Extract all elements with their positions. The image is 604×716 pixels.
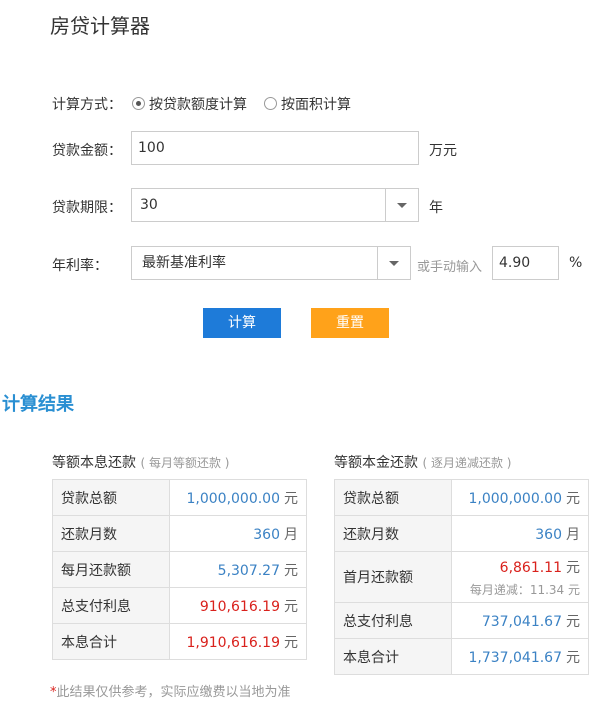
row-value: 5,307.27	[217, 562, 280, 579]
row-unit: 元	[284, 562, 298, 579]
row-unit: 月	[566, 526, 580, 543]
table-row: 贷款总额 1,000,000.00 元	[52, 479, 307, 516]
monthly-decrease-note: 每月递减：11.34 元	[469, 582, 580, 597]
row-unit: 元	[284, 598, 298, 615]
row-value-cell: 360 月	[169, 515, 307, 552]
row-key: 还款月数	[334, 515, 452, 552]
row-key: 总支付利息	[52, 587, 170, 624]
method-option-area-label: 按面积计算	[281, 96, 351, 113]
row-unit: 元	[566, 613, 580, 630]
disclaimer-text: 此结果仅供参考，实际应缴费以当地为准	[56, 685, 291, 700]
row-value: 1,000,000.00	[468, 490, 562, 507]
table-row: 本息合计 1,737,041.67 元	[334, 638, 589, 675]
row-key: 贷款总额	[334, 479, 452, 516]
left-table-subtitle: ( 每月等额还款 )	[140, 456, 230, 470]
row-value-cell: 360 月	[451, 515, 589, 552]
row-unit: 元	[566, 649, 580, 666]
reset-button[interactable]: 重置	[311, 308, 389, 338]
result-title: 计算结果	[2, 394, 74, 415]
row-value-cell: 6,861.11 元 每月递减：11.34 元	[451, 551, 589, 603]
radio-selected-icon[interactable]	[132, 97, 145, 110]
row-value: 360	[535, 526, 562, 543]
page-title: 房贷计算器	[50, 14, 150, 38]
row-value-cell: 1,000,000.00 元	[451, 479, 589, 516]
right-table-subtitle: ( 逐月递减还款 )	[422, 456, 512, 470]
table-row: 首月还款额 6,861.11 元 每月递减：11.34 元	[334, 551, 589, 603]
rate-manual-label: 或手动输入	[417, 260, 483, 275]
rate-select-value: 最新基准利率	[142, 255, 226, 271]
term-label: 贷款期限：	[52, 200, 122, 216]
term-select[interactable]: 30	[131, 188, 419, 222]
table-row: 贷款总额 1,000,000.00 元	[334, 479, 589, 516]
row-unit: 元	[284, 634, 298, 651]
table-row: 每月还款额 5,307.27 元	[52, 551, 307, 588]
calculate-button[interactable]: 计算	[203, 308, 281, 338]
method-option-amount-label: 按贷款额度计算	[149, 96, 247, 113]
rate-unit: %	[569, 255, 583, 271]
left-table-title: 等额本息还款 ( 每月等额还款 )	[52, 452, 229, 472]
row-value-cell: 1,737,041.67 元	[451, 638, 589, 675]
term-unit: 年	[429, 200, 443, 216]
row-value: 1,910,616.19	[186, 634, 280, 651]
row-value: 6,861.11	[499, 559, 562, 576]
table-row: 还款月数 360 月	[52, 515, 307, 552]
row-value: 737,041.67	[481, 613, 562, 630]
amount-unit: 万元	[429, 143, 457, 159]
row-value: 910,616.19	[199, 598, 280, 615]
term-select-value: 30	[140, 197, 158, 213]
rate-select[interactable]: 最新基准利率	[131, 246, 411, 280]
left-table-title-text: 等额本息还款	[52, 455, 136, 471]
row-value: 1,737,041.67	[468, 649, 562, 666]
row-unit: 元	[284, 490, 298, 507]
right-table-title: 等额本金还款 ( 逐月递减还款 )	[334, 452, 511, 472]
equal-principal-table: 贷款总额 1,000,000.00 元 还款月数 360 月 首月还款额 6,861…	[334, 479, 589, 675]
table-row: 总支付利息 910,616.19 元	[52, 587, 307, 624]
row-key: 首月还款额	[334, 551, 452, 603]
table-row: 总支付利息 737,041.67 元	[334, 602, 589, 639]
row-key: 还款月数	[52, 515, 170, 552]
row-value-cell: 1,910,616.19 元	[169, 623, 307, 660]
method-label: 计算方式：	[52, 97, 122, 113]
method-option-amount[interactable]: 按贷款额度计算	[132, 93, 247, 114]
chevron-down-icon[interactable]	[385, 189, 418, 221]
row-key: 贷款总额	[52, 479, 170, 516]
row-key: 本息合计	[52, 623, 170, 660]
table-row: 还款月数 360 月	[334, 515, 589, 552]
amount-label: 贷款金额：	[52, 143, 122, 159]
method-option-area[interactable]: 按面积计算	[264, 93, 351, 114]
row-value-cell: 5,307.27 元	[169, 551, 307, 588]
row-unit: 元	[566, 490, 580, 507]
disclaimer-note: *此结果仅供参考，实际应缴费以当地为准	[50, 681, 291, 700]
row-key: 总支付利息	[334, 602, 452, 639]
rate-label: 年利率：	[52, 258, 108, 274]
row-value-cell: 1,000,000.00 元	[169, 479, 307, 516]
table-row: 本息合计 1,910,616.19 元	[52, 623, 307, 660]
right-table-title-text: 等额本金还款	[334, 455, 418, 471]
row-key: 每月还款额	[52, 551, 170, 588]
row-unit: 月	[284, 526, 298, 543]
row-value: 1,000,000.00	[186, 490, 280, 507]
row-value-cell: 737,041.67 元	[451, 602, 589, 639]
row-unit: 元	[566, 559, 580, 576]
amount-input[interactable]	[131, 131, 419, 165]
row-value: 360	[253, 526, 280, 543]
rate-input[interactable]	[492, 246, 559, 280]
chevron-down-icon[interactable]	[377, 247, 410, 279]
equal-installment-table: 贷款总额 1,000,000.00 元 还款月数 360 月 每月还款额 5,307…	[52, 479, 307, 660]
radio-unselected-icon[interactable]	[264, 97, 277, 110]
row-key: 本息合计	[334, 638, 452, 675]
row-value-cell: 910,616.19 元	[169, 587, 307, 624]
